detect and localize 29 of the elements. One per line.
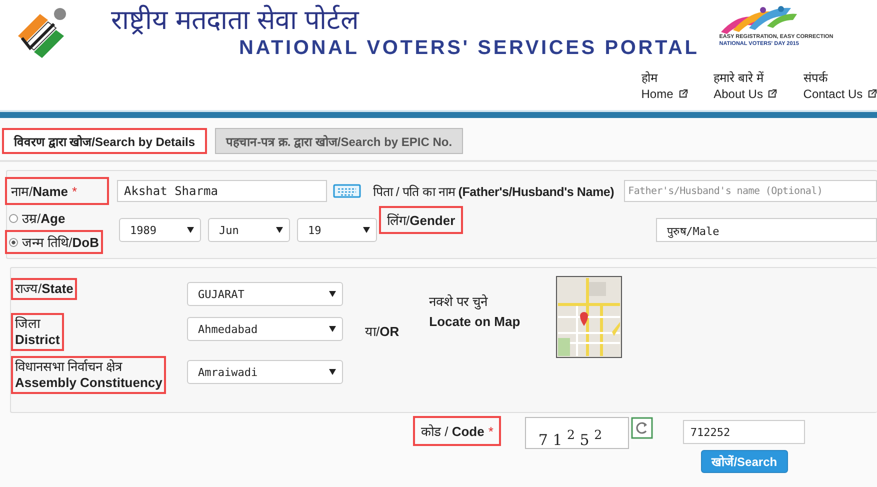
father-name-field[interactable]: Father's/Husband's name (Optional) — [624, 180, 877, 202]
location-label: विधानसभा निर्वाचन क्षेत्र Assembly Constituency — [13, 358, 164, 392]
radio-option[interactable]: उम्र/Age — [7, 208, 68, 228]
location-dropdown[interactable]: GUJARAT — [187, 282, 343, 306]
tab[interactable]: विवरण द्वारा खोज/Search by Details — [2, 128, 208, 154]
location-dropdown[interactable]: Ahmedabad — [187, 317, 343, 341]
map-label: नक्शे पर चुने Locate on Map — [429, 293, 520, 331]
nav-link[interactable]: संपर्क Contact Us — [803, 70, 877, 110]
or-label: या/OR — [365, 323, 400, 340]
tab[interactable]: पहचान-पत्र क्र. द्वारा खोज/Search by EPIC No. — [215, 128, 464, 154]
portal-title-hindi: राष्ट्रीय मतदाता सेवा पोर्टल — [111, 4, 360, 36]
code-field[interactable]: 712252 — [683, 420, 806, 444]
captcha-image: 7 1 $^{2}$ 5 $^{2}$ — [525, 417, 630, 449]
location-label: जिला District — [13, 315, 62, 349]
location-label: राज्य/State — [13, 280, 76, 298]
father-name-label: पिता / पति का नाम (Father's/Husband's Name) — [373, 184, 614, 200]
code-label: कोड / Code * — [415, 418, 500, 444]
name-label: नाम/Name * — [7, 179, 107, 203]
nav-link[interactable]: हमारे बारे में About Us — [714, 70, 778, 110]
radio-option[interactable]: जन्म तिथि/DoB — [7, 232, 101, 252]
date-dropdown[interactable]: 19 — [297, 218, 377, 242]
nav-link[interactable]: होम Home — [641, 70, 688, 110]
location-dropdown[interactable]: Amraiwadi — [187, 360, 343, 384]
gender-dropdown[interactable]: पुरुष/Male — [656, 218, 877, 242]
date-dropdown[interactable]: Jun — [208, 218, 290, 242]
date-dropdown[interactable]: 1989 — [119, 218, 201, 242]
portal-title: NATIONAL VOTERS' SERVICES PORTAL — [239, 36, 700, 60]
gender-label: लिंग/Gender — [381, 208, 462, 232]
name-field[interactable]: Akshat Sharma — [117, 180, 327, 202]
